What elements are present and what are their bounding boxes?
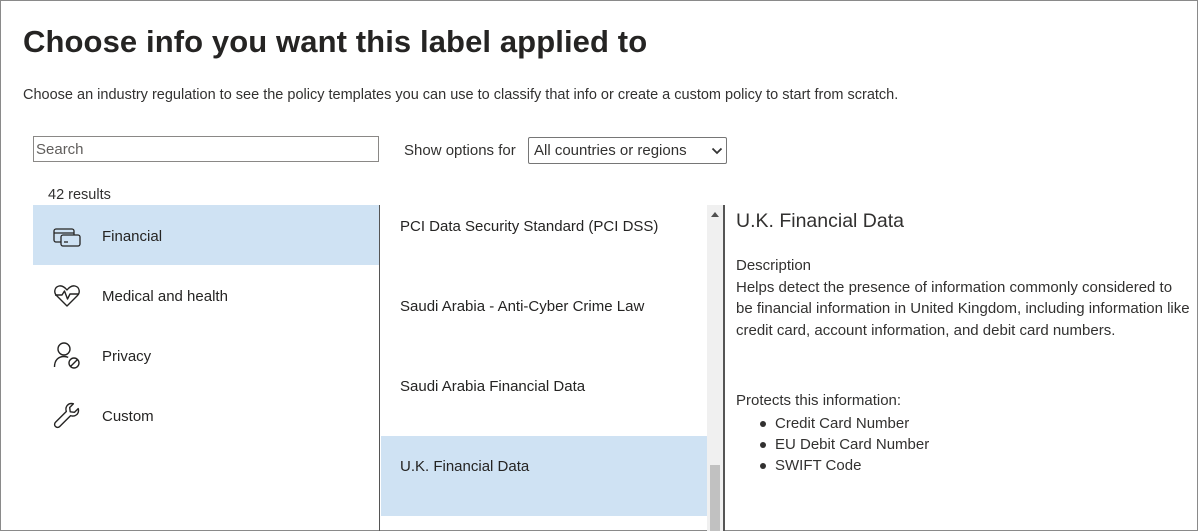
category-item-medical[interactable]: Medical and health — [33, 265, 379, 325]
category-item-financial[interactable]: Financial — [33, 205, 379, 265]
protected-info-list: Credit Card Number EU Debit Card Number … — [736, 413, 929, 476]
heart-pulse-icon — [52, 280, 82, 310]
bullet-icon — [760, 463, 766, 469]
region-dropdown[interactable]: All countries or regions — [528, 137, 727, 164]
category-label: Medical and health — [102, 288, 228, 305]
category-item-custom[interactable]: Custom — [33, 385, 379, 445]
scrollbar-thumb[interactable] — [710, 465, 720, 531]
template-label: Saudi Arabia Financial Data — [400, 378, 586, 395]
detail-title: U.K. Financial Data — [736, 210, 904, 232]
person-blocked-icon — [52, 340, 82, 370]
scroll-up-arrow-icon[interactable] — [707, 207, 723, 221]
bullet-icon — [760, 442, 766, 448]
template-label: Saudi Arabia - Anti-Cyber Crime Law — [400, 298, 645, 315]
page-subtitle: Choose an industry regulation to see the… — [23, 87, 899, 103]
results-count: 42 results — [48, 187, 111, 203]
category-label: Financial — [102, 228, 163, 245]
credit-card-icon — [52, 220, 82, 250]
wrench-icon — [52, 400, 82, 430]
protected-info-label: EU Debit Card Number — [775, 436, 930, 453]
protected-info-label: Credit Card Number — [775, 415, 910, 432]
protected-info-item: EU Debit Card Number — [736, 434, 929, 455]
description-heading: Description — [736, 257, 812, 274]
template-list-scrollbar[interactable] — [707, 205, 723, 531]
template-label: U.K. Financial Data — [400, 458, 530, 475]
column-divider — [723, 205, 725, 531]
region-dropdown-value: All countries or regions — [534, 142, 687, 159]
category-item-privacy[interactable]: Privacy — [33, 325, 379, 385]
protected-info-item: Credit Card Number — [736, 413, 929, 434]
template-item-selected[interactable]: U.K. Financial Data — [381, 436, 707, 516]
template-item[interactable]: Saudi Arabia - Anti-Cyber Crime Law — [381, 276, 707, 356]
description-text: Helps detect the presence of information… — [736, 279, 1190, 339]
protects-heading: Protects this information: — [736, 392, 902, 409]
search-input[interactable] — [33, 136, 379, 162]
show-options-label: Show options for — [404, 142, 516, 159]
category-label: Privacy — [102, 348, 152, 365]
template-item[interactable]: Saudi Arabia Financial Data — [381, 356, 707, 436]
chevron-down-icon — [708, 147, 726, 155]
template-item[interactable]: PCI Data Security Standard (PCI DSS) — [381, 196, 707, 276]
protected-info-item: SWIFT Code — [736, 455, 929, 476]
bullet-icon — [760, 421, 766, 427]
column-divider — [379, 205, 380, 531]
page-title: Choose info you want this label applied … — [23, 24, 648, 59]
template-label: PCI Data Security Standard (PCI DSS) — [400, 218, 659, 235]
protected-info-label: SWIFT Code — [775, 457, 862, 474]
category-label: Custom — [102, 408, 154, 425]
